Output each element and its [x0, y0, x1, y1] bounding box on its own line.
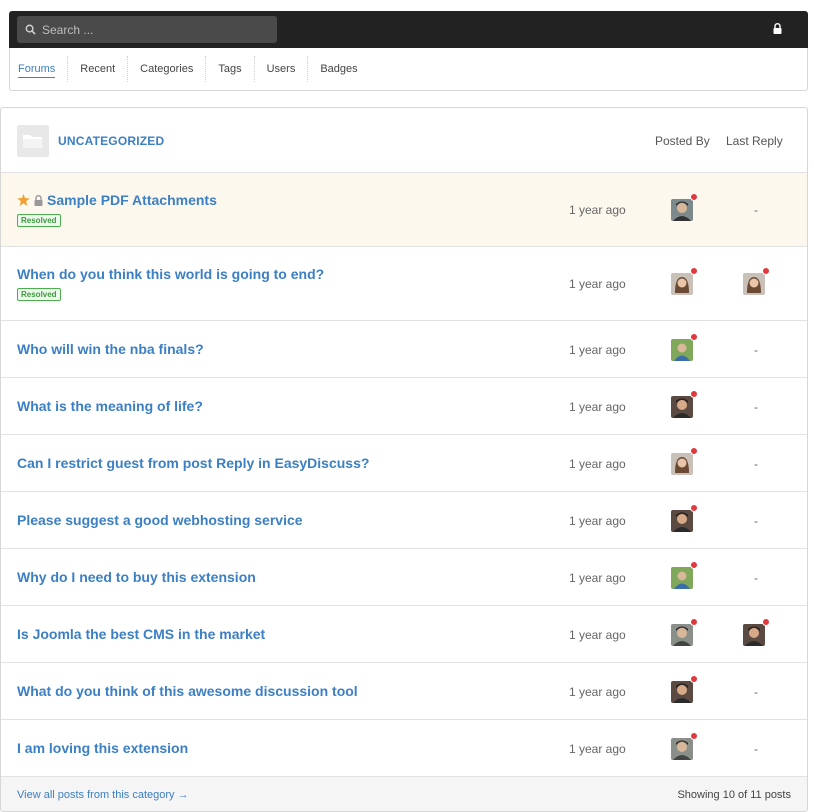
- post-time: 1 year ago: [569, 628, 626, 642]
- post-row: I am loving this extension 1 year ago -: [1, 720, 807, 776]
- post-row: What is the meaning of life? 1 year ago …: [1, 378, 807, 435]
- lock-icon[interactable]: [773, 23, 782, 34]
- forum-nav: Forums Recent Categories Tags Users Badg…: [9, 48, 808, 91]
- offline-status-icon: [690, 504, 698, 512]
- last-reply-empty: -: [754, 742, 758, 756]
- post-time: 1 year ago: [569, 742, 626, 756]
- nav-forums[interactable]: Forums: [10, 56, 69, 82]
- search-box[interactable]: [17, 16, 277, 43]
- offline-status-icon: [762, 618, 770, 626]
- post-row: Is Joomla the best CMS in the market 1 y…: [1, 606, 807, 663]
- star-icon: [17, 194, 30, 206]
- male-avatar[interactable]: [671, 199, 693, 221]
- resolved-badge: Resolved: [17, 214, 61, 227]
- offline-status-icon: [690, 447, 698, 455]
- nav-categories[interactable]: Categories: [128, 56, 207, 82]
- category-header: UNCATEGORIZED Posted By Last Reply: [1, 108, 807, 173]
- offline-status-icon: [690, 267, 698, 275]
- female-avatar[interactable]: [671, 273, 693, 295]
- post-time: 1 year ago: [569, 343, 626, 357]
- nav-badges[interactable]: Badges: [308, 56, 369, 82]
- search-icon: [25, 24, 36, 35]
- post-title-link[interactable]: Why do I need to buy this extension: [17, 569, 256, 585]
- last-reply-empty: -: [754, 571, 758, 585]
- male-avatar[interactable]: [743, 624, 765, 646]
- post-title-link[interactable]: Please suggest a good webhosting service: [17, 512, 303, 528]
- post-title-link[interactable]: I am loving this extension: [17, 740, 188, 756]
- nav-recent[interactable]: Recent: [68, 56, 129, 82]
- post-time: 1 year ago: [569, 571, 626, 585]
- outdoor-avatar[interactable]: [671, 339, 693, 361]
- post-title-link[interactable]: What do you think of this awesome discus…: [17, 683, 358, 699]
- female-avatar[interactable]: [671, 453, 693, 475]
- male-avatar[interactable]: [671, 738, 693, 760]
- post-row: Please suggest a good webhosting service…: [1, 492, 807, 549]
- offline-status-icon: [690, 333, 698, 341]
- last-reply-empty: -: [754, 400, 758, 414]
- offline-status-icon: [690, 732, 698, 740]
- resolved-badge: Resolved: [17, 288, 61, 301]
- post-time: 1 year ago: [569, 277, 626, 291]
- post-title-link[interactable]: When do you think this world is going to…: [17, 266, 324, 282]
- offline-status-icon: [762, 267, 770, 275]
- post-title-link[interactable]: What is the meaning of life?: [17, 398, 203, 414]
- male-avatar[interactable]: [671, 681, 693, 703]
- post-row: Can I restrict guest from post Reply in …: [1, 435, 807, 492]
- category-footer: View all posts from this category → Show…: [1, 776, 807, 811]
- last-reply-empty: -: [754, 203, 758, 217]
- outdoor-avatar[interactable]: [671, 567, 693, 589]
- posted-by-header: Posted By: [655, 134, 710, 148]
- offline-status-icon: [690, 390, 698, 398]
- folder-icon: [17, 125, 49, 157]
- view-all-posts-link[interactable]: View all posts from this category →: [17, 789, 189, 801]
- post-time: 1 year ago: [569, 457, 626, 471]
- male-avatar[interactable]: [671, 396, 693, 418]
- post-row: Sample PDF Attachments Resolved 1 year a…: [1, 173, 807, 247]
- last-reply-empty: -: [754, 457, 758, 471]
- offline-status-icon: [690, 193, 698, 201]
- category-title[interactable]: UNCATEGORIZED: [58, 134, 164, 148]
- post-time: 1 year ago: [569, 400, 626, 414]
- male-avatar[interactable]: [671, 624, 693, 646]
- top-toolbar: [9, 11, 808, 48]
- post-title-link[interactable]: Is Joomla the best CMS in the market: [17, 626, 265, 642]
- search-input[interactable]: [42, 22, 262, 37]
- last-reply-empty: -: [754, 343, 758, 357]
- offline-status-icon: [690, 561, 698, 569]
- post-time: 1 year ago: [569, 514, 626, 528]
- offline-status-icon: [690, 675, 698, 683]
- nav-users[interactable]: Users: [255, 56, 309, 82]
- post-time: 1 year ago: [569, 685, 626, 699]
- last-reply-header: Last Reply: [726, 134, 783, 148]
- offline-status-icon: [690, 618, 698, 626]
- post-row: When do you think this world is going to…: [1, 247, 807, 321]
- lock-icon: [34, 194, 43, 206]
- posts-count: Showing 10 of 11 posts: [677, 789, 791, 801]
- last-reply-empty: -: [754, 685, 758, 699]
- post-row: What do you think of this awesome discus…: [1, 663, 807, 720]
- post-row: Why do I need to buy this extension 1 ye…: [1, 549, 807, 606]
- post-row: Who will win the nba finals? 1 year ago …: [1, 321, 807, 378]
- male-avatar[interactable]: [671, 510, 693, 532]
- category-panel: UNCATEGORIZED Posted By Last Reply Sampl…: [0, 107, 808, 812]
- post-title-link[interactable]: Can I restrict guest from post Reply in …: [17, 455, 369, 471]
- nav-tags[interactable]: Tags: [206, 56, 255, 82]
- post-title-link[interactable]: Sample PDF Attachments: [17, 192, 217, 208]
- female-avatar[interactable]: [743, 273, 765, 295]
- post-time: 1 year ago: [569, 203, 626, 217]
- post-title-link[interactable]: Who will win the nba finals?: [17, 341, 204, 357]
- last-reply-empty: -: [754, 514, 758, 528]
